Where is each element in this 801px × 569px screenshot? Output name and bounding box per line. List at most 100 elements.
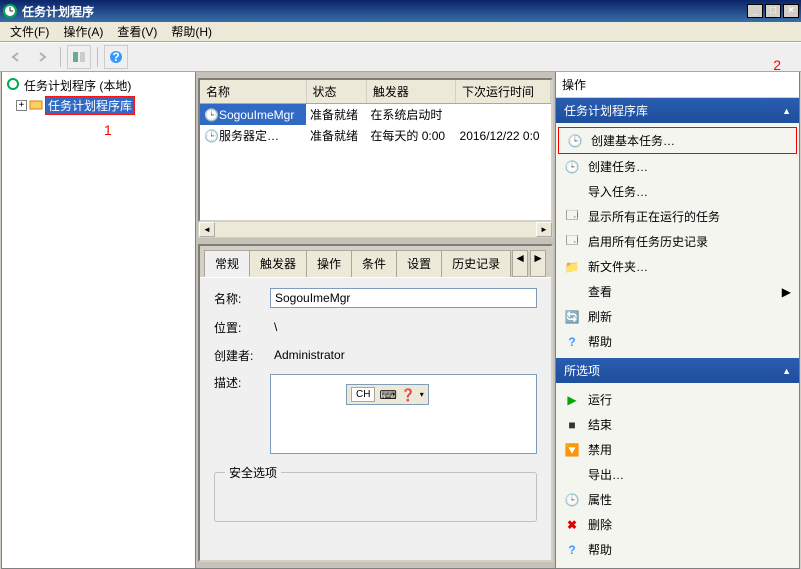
- menu-view[interactable]: 查看(V): [111, 21, 163, 42]
- tab-settings[interactable]: 设置: [396, 250, 442, 277]
- name-field[interactable]: [270, 288, 537, 308]
- clock-icon: 🕒: [567, 133, 583, 149]
- tree-pane: 任务计划程序 (本地) + 任务计划程序库 1: [2, 72, 196, 568]
- action-show-running[interactable]: 🗔 显示所有正在运行的任务: [556, 204, 799, 229]
- list-icon: 🗔: [564, 209, 580, 225]
- name-label: 名称:: [214, 290, 270, 307]
- tab-actions[interactable]: 操作: [306, 250, 352, 277]
- task-row[interactable]: 🕒服务器定… 准备就绪 在每天的 0:00 2016/12/22 0:0: [200, 125, 551, 146]
- action-label: 显示所有正在运行的任务: [588, 208, 720, 225]
- section-label: 任务计划程序库: [564, 102, 648, 119]
- actions-pane: 操作 任务计划程序库 ▲ 🕒创建基本任务… 2 🕒创建任务… 导入任务… 🗔显示…: [555, 72, 799, 568]
- task-next: [456, 104, 551, 126]
- action-help[interactable]: ?帮助: [556, 329, 799, 354]
- action-disable[interactable]: 🔽禁用: [556, 437, 799, 462]
- scroll-left[interactable]: ◄: [199, 222, 215, 237]
- tab-scroll-left[interactable]: ◄: [512, 250, 528, 277]
- action-label: 删除: [588, 516, 612, 533]
- action-enable-history[interactable]: 🗔启用所有任务历史记录: [556, 229, 799, 254]
- security-legend: 安全选项: [225, 464, 281, 481]
- mid-pane: 名称 状态 触发器 下次运行时间 🕒SogouImeMgr 准备就绪 在系统启动…: [196, 72, 555, 568]
- action-import-task[interactable]: 导入任务…: [556, 179, 799, 204]
- toolbar-separator: [60, 47, 61, 67]
- task-status: 准备就绪: [306, 104, 366, 126]
- action-create-basic-task[interactable]: 🕒 创建基本任务…: [558, 127, 797, 154]
- task-list-header: 名称 状态 触发器 下次运行时间: [200, 80, 551, 104]
- language-bar[interactable]: CH ⌨ ❓ ▾: [346, 384, 429, 405]
- action-label: 创建任务…: [588, 158, 648, 175]
- action-run[interactable]: ▶ 运行: [556, 387, 799, 412]
- back-button[interactable]: [4, 45, 28, 69]
- collapse-icon: ▲: [782, 106, 791, 116]
- toolbar: ?: [0, 42, 801, 72]
- col-status[interactable]: 状态: [306, 80, 366, 104]
- tree-library[interactable]: + 任务计划程序库: [2, 95, 195, 116]
- help-toolbar-button[interactable]: ?: [104, 45, 128, 69]
- play-icon: ▶: [564, 392, 580, 408]
- action-label: 属性: [588, 491, 612, 508]
- lang-ch[interactable]: CH: [351, 387, 375, 402]
- action-label: 创建基本任务…: [591, 132, 675, 149]
- show-actions-button[interactable]: [67, 45, 91, 69]
- action-properties[interactable]: 🕒属性: [556, 487, 799, 512]
- menu-help[interactable]: 帮助(H): [165, 21, 218, 42]
- list-scrollbar[interactable]: ◄ ►: [198, 222, 553, 238]
- actions-list-library: 🕒创建基本任务… 2 🕒创建任务… 导入任务… 🗔显示所有正在运行的任务 🗔启用…: [556, 123, 799, 358]
- collapse-icon: ▲: [782, 366, 791, 376]
- scroll-right[interactable]: ►: [536, 222, 552, 237]
- titlebar: 任务计划程序 _ □ ×: [0, 0, 801, 22]
- action-label: 查看: [588, 283, 612, 300]
- maximize-button[interactable]: □: [765, 4, 781, 18]
- action-export[interactable]: 导出…: [556, 462, 799, 487]
- task-row[interactable]: 🕒SogouImeMgr 准备就绪 在系统启动时: [200, 104, 551, 126]
- security-fieldset: 安全选项: [214, 464, 537, 522]
- tab-triggers[interactable]: 触发器: [249, 250, 307, 277]
- expand-icon[interactable]: +: [16, 100, 27, 111]
- scroll-track[interactable]: [215, 222, 536, 237]
- app-icon: [2, 3, 18, 19]
- tab-history[interactable]: 历史记录: [441, 250, 511, 277]
- actions-section-selected[interactable]: 所选项 ▲: [556, 358, 799, 383]
- menu-file[interactable]: 文件(F): [4, 21, 55, 42]
- keyboard-icon[interactable]: ⌨: [379, 388, 396, 402]
- action-label: 运行: [588, 391, 612, 408]
- actions-section-library[interactable]: 任务计划程序库 ▲: [556, 98, 799, 123]
- action-refresh[interactable]: 🔄 刷新: [556, 304, 799, 329]
- task-list[interactable]: 名称 状态 触发器 下次运行时间 🕒SogouImeMgr 准备就绪 在系统启动…: [198, 78, 553, 222]
- action-create-task[interactable]: 🕒创建任务…: [556, 154, 799, 179]
- tab-conditions[interactable]: 条件: [351, 250, 397, 277]
- action-help-2[interactable]: ?帮助: [556, 537, 799, 562]
- action-new-folder[interactable]: 📁新文件夹…: [556, 254, 799, 279]
- minimize-button[interactable]: _: [747, 4, 763, 18]
- chevron-down-icon[interactable]: ▾: [420, 390, 424, 399]
- col-name[interactable]: 名称: [200, 80, 306, 104]
- tab-general[interactable]: 常规: [204, 250, 250, 277]
- action-label: 刷新: [588, 308, 612, 325]
- action-end[interactable]: ■结束: [556, 412, 799, 437]
- col-trigger[interactable]: 触发器: [366, 80, 455, 104]
- toolbar-separator: [97, 47, 98, 67]
- action-delete[interactable]: ✖删除: [556, 512, 799, 537]
- forward-button[interactable]: [30, 45, 54, 69]
- desc-label: 描述:: [214, 374, 270, 391]
- clock-icon: 🕒: [204, 108, 219, 122]
- stop-icon: ■: [564, 417, 580, 433]
- annotation-1: 1: [104, 122, 112, 138]
- tree-library-label: 任务计划程序库: [45, 96, 135, 115]
- col-next[interactable]: 下次运行时间: [456, 80, 551, 104]
- refresh-icon: 🔄: [564, 309, 580, 325]
- import-icon: [564, 184, 580, 200]
- close-button[interactable]: ×: [783, 4, 799, 18]
- task-name: 服务器定…: [219, 129, 279, 143]
- clock-icon: [6, 77, 20, 94]
- action-view[interactable]: 查看▶: [556, 279, 799, 304]
- general-form: 名称: 位置: \ 创建者: Administrator 描述: 安全选项: [200, 278, 551, 532]
- help-icon[interactable]: ❓: [401, 388, 416, 402]
- tab-scroll-right[interactable]: ►: [530, 250, 546, 277]
- actions-header: 操作: [556, 72, 799, 98]
- action-label: 导入任务…: [588, 183, 648, 200]
- menu-action[interactable]: 操作(A): [57, 21, 109, 42]
- task-status: 准备就绪: [306, 125, 366, 146]
- location-value: \: [270, 318, 537, 336]
- tree-root[interactable]: 任务计划程序 (本地): [2, 76, 195, 95]
